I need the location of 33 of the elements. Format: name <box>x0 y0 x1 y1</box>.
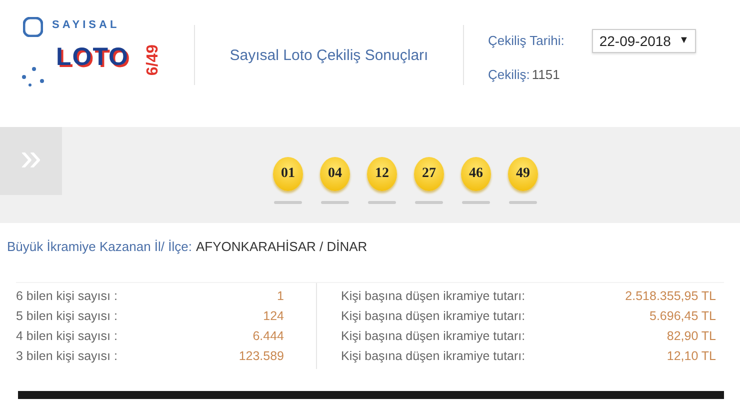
lottery-ball: 01 <box>273 157 303 191</box>
match-label: 6 bilen kişi sayısı : <box>16 289 118 303</box>
winner-label: Büyük İkramiye Kazanan İl/ İlçe: <box>7 239 192 254</box>
draw-label: Çekiliş: <box>488 66 530 82</box>
winner-count: 6.444 <box>252 329 284 343</box>
lottery-ball: 49 <box>508 157 538 191</box>
lottery-ball: 46 <box>461 157 491 191</box>
logo-number: 6/49 <box>144 44 163 76</box>
lottery-ball: 27 <box>414 157 444 191</box>
match-label: 5 bilen kişi sayısı : <box>16 309 118 323</box>
prize-amount: 5.696,45 TL <box>650 309 716 323</box>
dots-icon <box>22 67 44 87</box>
date-dropdown[interactable]: 22-09-2018 ▼ <box>592 28 696 52</box>
logo-title: LOTO <box>56 43 129 72</box>
draw-number: 1151 <box>532 66 560 82</box>
prize-label: Kişi başına düşen ikramiye tutarı: <box>341 289 526 303</box>
match-label: 4 bilen kişi sayısı : <box>16 329 118 343</box>
winner-count: 1 <box>277 289 284 303</box>
winner-location: AFYONKARAHİSAR / DİNAR <box>196 239 368 254</box>
lottery-ball: 12 <box>367 157 397 191</box>
logo-subtitle: SAYISAL <box>52 19 120 31</box>
winner-count: 124 <box>263 309 284 323</box>
prize-label: Kişi başına düşen ikramiye tutarı: <box>341 309 526 323</box>
prize-amount: 82,90 TL <box>666 329 716 343</box>
prize-label: Kişi başına düşen ikramiye tutarı: <box>341 329 526 343</box>
prize-amount: 2.518.355,95 TL <box>625 289 716 303</box>
lottery-ball: 04 <box>320 157 350 191</box>
date-label: Çekiliş Tarihi: <box>488 33 564 48</box>
match-label: 3 bilen kişi sayısı : <box>16 349 118 363</box>
winner-count: 123.589 <box>238 349 284 363</box>
page-title: Sayısal Loto Çekiliş Sonuçları <box>228 46 430 64</box>
prize-amount: 12,10 TL <box>666 349 716 363</box>
prize-label: Kişi başına düşen ikramiye tutarı: <box>341 349 526 363</box>
